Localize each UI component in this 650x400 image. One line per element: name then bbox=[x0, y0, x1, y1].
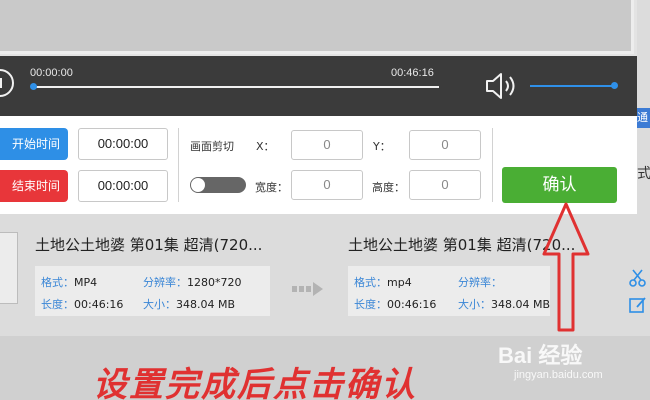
video-thumbnail[interactable] bbox=[0, 232, 18, 304]
seek-knob[interactable] bbox=[30, 83, 37, 90]
crop-toggle[interactable] bbox=[190, 177, 246, 193]
crop-x-input[interactable]: 0 bbox=[291, 130, 363, 160]
start-time-input[interactable]: 00:00:00 bbox=[78, 128, 168, 160]
annotation-caption: 设置完成后点击确认 bbox=[93, 365, 417, 400]
source-size: 大小：348.04 MB bbox=[143, 298, 236, 311]
start-time-button[interactable]: 开始时间 bbox=[0, 128, 68, 160]
side-label: 式 bbox=[637, 166, 650, 182]
width-label: 宽度： bbox=[255, 181, 288, 194]
toggle-knob bbox=[191, 178, 205, 192]
x-label: X： bbox=[256, 140, 275, 153]
edit-icon[interactable] bbox=[629, 296, 647, 314]
y-label: Y： bbox=[373, 140, 391, 153]
video-preview bbox=[0, 0, 634, 54]
pause-icon[interactable] bbox=[0, 69, 14, 97]
output-info-box: 格式：mp4 分辨率： 长度：00:46:16 大小：348.04 MB bbox=[348, 266, 550, 316]
crop-label: 画面剪切 bbox=[190, 140, 234, 153]
side-tab[interactable]: 通 bbox=[637, 108, 650, 128]
annotation-arrow bbox=[542, 202, 590, 332]
source-format: 格式：MP4 bbox=[41, 276, 98, 289]
source-duration: 长度：00:46:16 bbox=[41, 298, 124, 311]
output-duration: 长度：00:46:16 bbox=[354, 298, 437, 311]
convert-arrow-icon bbox=[292, 282, 323, 296]
end-time-input[interactable]: 00:00:00 bbox=[78, 170, 168, 202]
height-label: 高度： bbox=[372, 181, 405, 194]
crop-height-input[interactable]: 0 bbox=[409, 170, 481, 200]
divider bbox=[492, 128, 493, 202]
crop-y-input[interactable]: 0 bbox=[409, 130, 481, 160]
source-info-box: 格式：MP4 分辨率：1280*720 长度：00:46:16 大小：348.0… bbox=[35, 266, 270, 316]
source-resolution: 分辨率：1280*720 bbox=[143, 276, 242, 289]
volume-slider[interactable] bbox=[530, 82, 618, 89]
volume-icon[interactable] bbox=[484, 70, 522, 102]
player-bar: 00:00:00 00:46:16 bbox=[0, 56, 637, 116]
volume-knob[interactable] bbox=[611, 82, 618, 89]
watermark-url: jingyan.baidu.com bbox=[514, 369, 603, 381]
end-time-button[interactable]: 结束时间 bbox=[0, 170, 68, 202]
current-time: 00:00:00 bbox=[30, 67, 73, 79]
confirm-button[interactable]: 确认 bbox=[502, 167, 617, 203]
source-file-title: 土地公土地婆 第01集 超清(720... bbox=[35, 236, 263, 254]
watermark-logo: Bai 经验 bbox=[498, 343, 583, 368]
output-resolution: 分辨率： bbox=[458, 276, 502, 289]
output-format: 格式：mp4 bbox=[354, 276, 412, 289]
scissors-icon[interactable] bbox=[629, 269, 647, 287]
crop-width-input[interactable]: 0 bbox=[291, 170, 363, 200]
divider bbox=[178, 128, 179, 202]
total-time: 00:46:16 bbox=[391, 67, 434, 79]
seek-slider[interactable] bbox=[30, 83, 439, 90]
